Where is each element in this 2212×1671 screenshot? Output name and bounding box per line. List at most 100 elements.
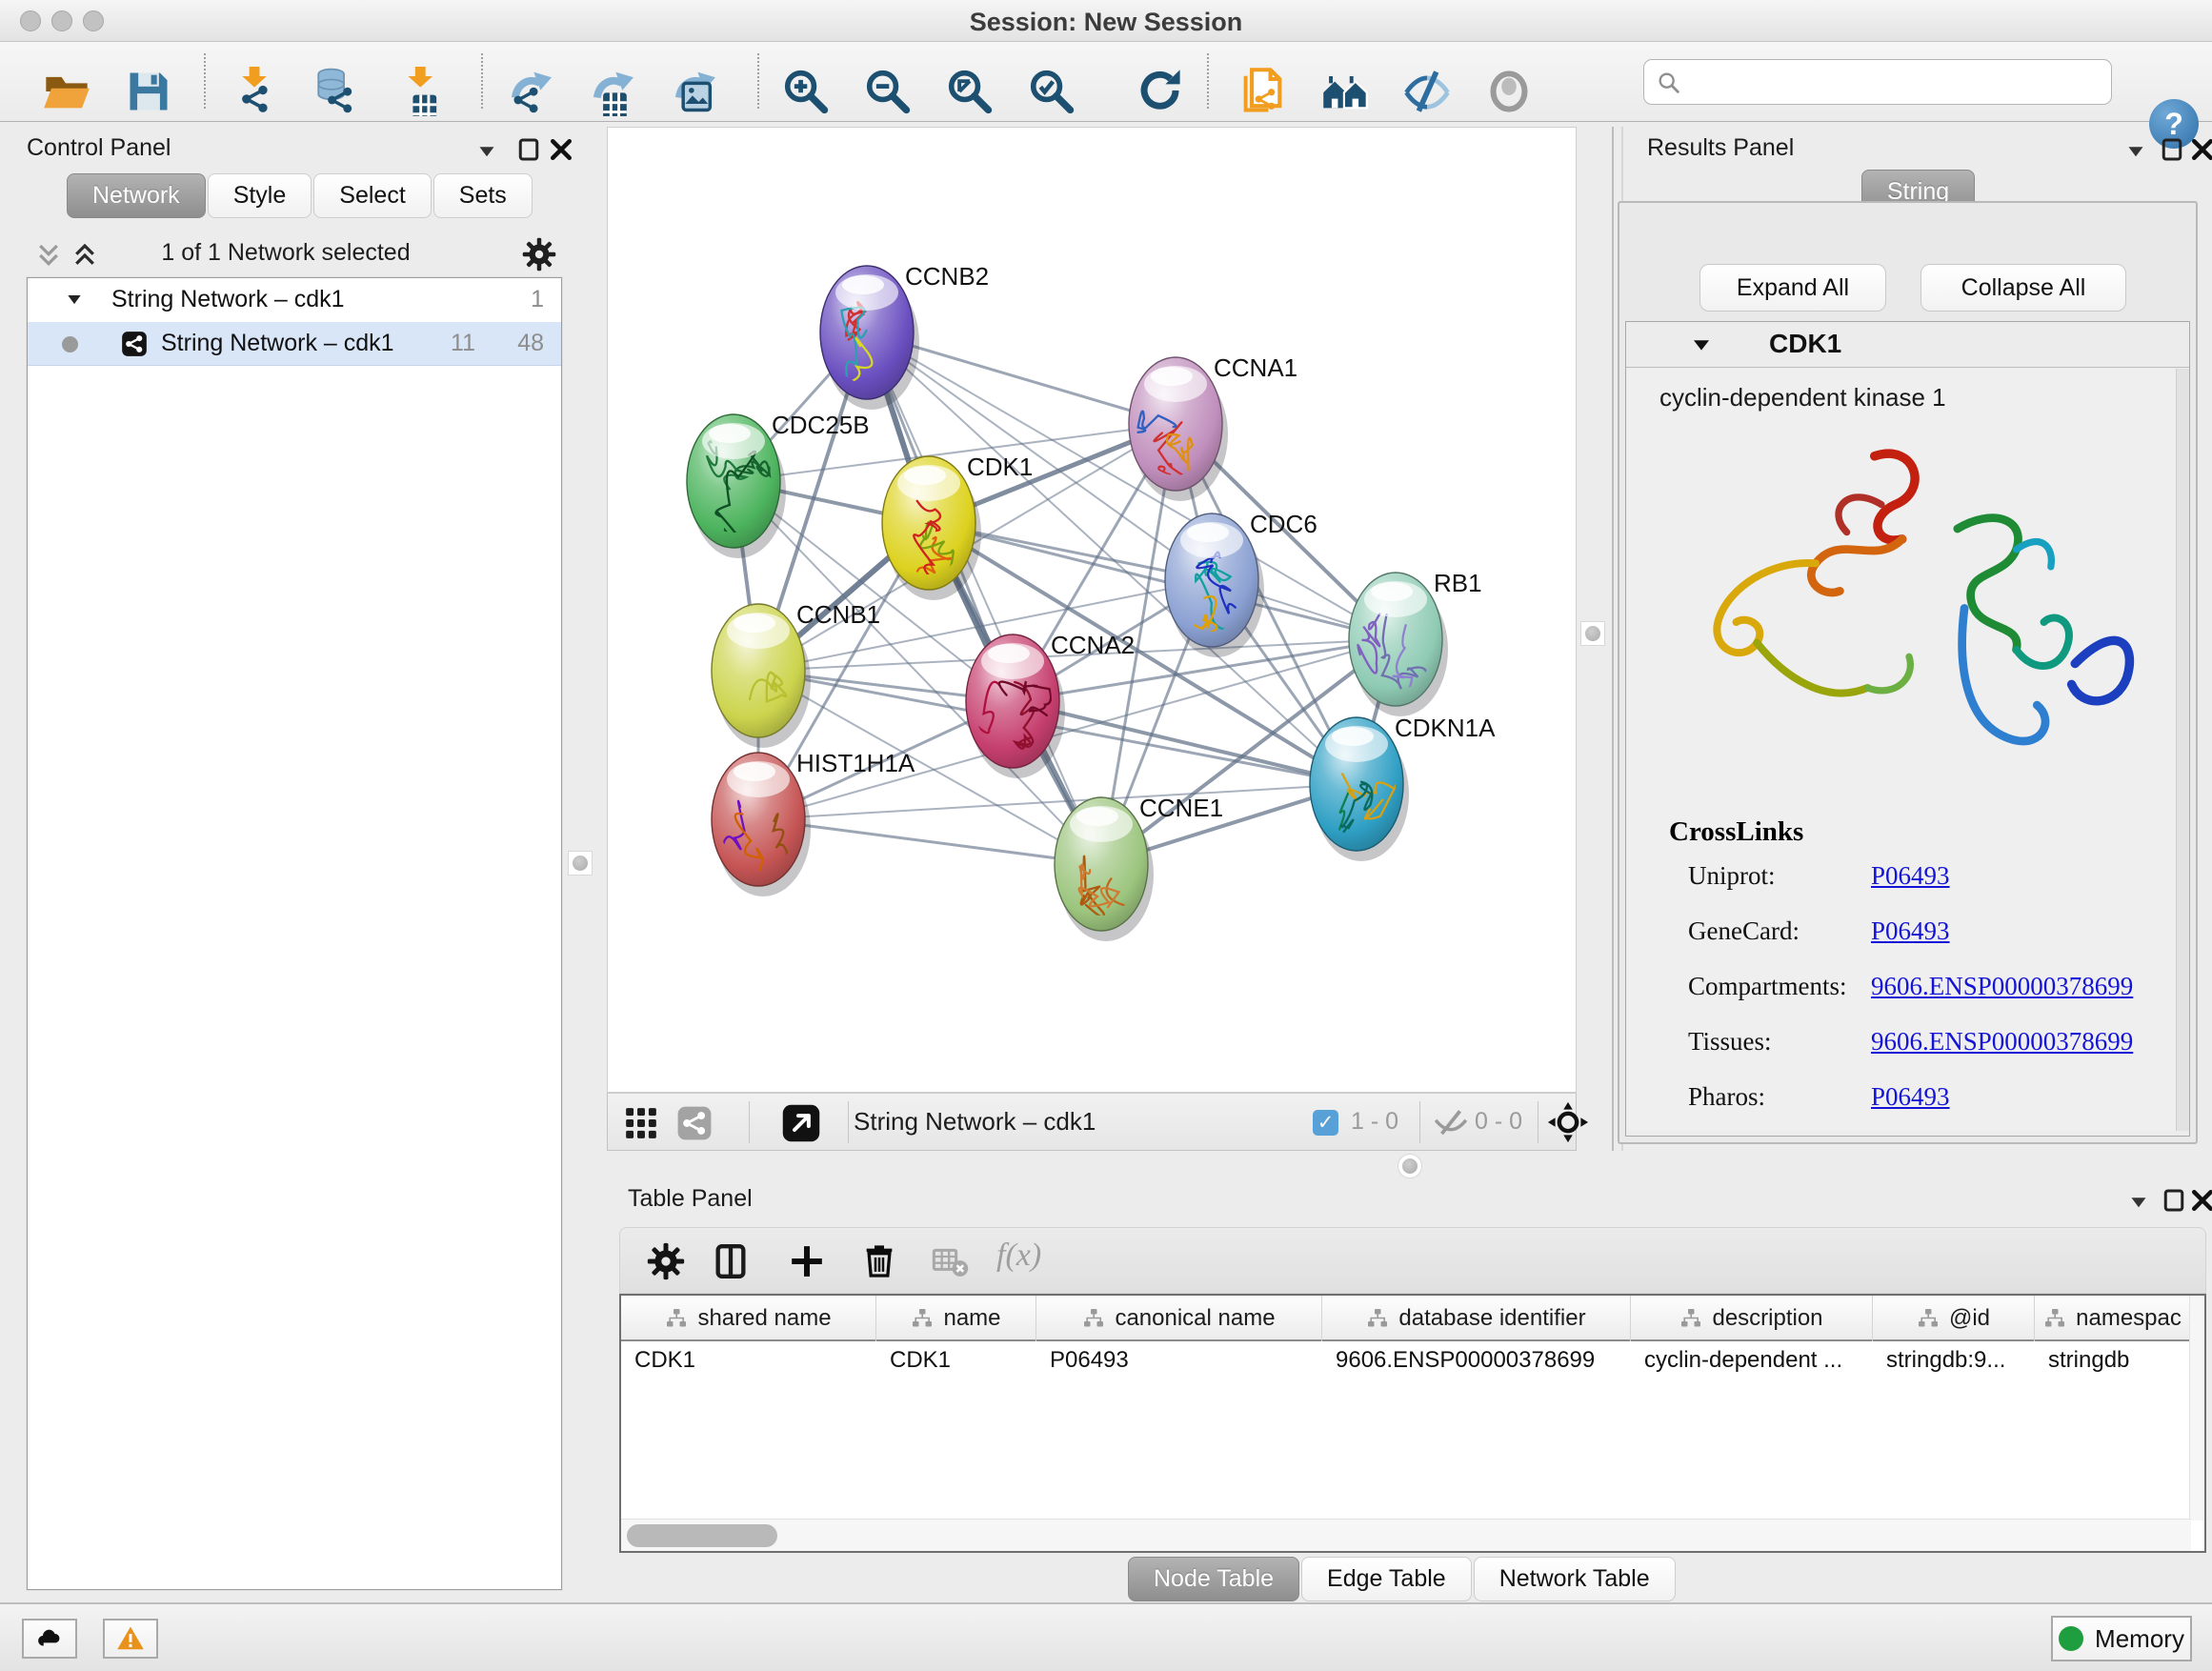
section-collapse-caret-icon[interactable] xyxy=(1691,337,1712,352)
crosslink-link[interactable]: P06493 xyxy=(1871,916,1950,946)
scrollbar-thumb[interactable] xyxy=(627,1524,777,1547)
network-node-ccnb2[interactable]: CCNB2 xyxy=(820,262,989,421)
network-node-rb1[interactable]: RB1 xyxy=(1349,569,1482,720)
collapse-all-button[interactable]: Collapse All xyxy=(1920,264,2126,312)
column-header-namespac[interactable]: namespac xyxy=(2035,1296,2191,1341)
network-canvas[interactable]: CCNB2CCNA1CDC25BCDK1CDC6RB1CCNB1CCNA2CDK… xyxy=(607,127,1577,1093)
table-row[interactable]: CDK1CDK1P064939606.ENSP00000378699cyclin… xyxy=(621,1341,2204,1381)
crosslink-row: Tissues:9606.ENSP00000378699 xyxy=(1669,1027,1803,1082)
add-column-icon[interactable] xyxy=(788,1242,826,1280)
import-network-icon[interactable] xyxy=(229,67,278,116)
table-cell[interactable]: P06493 xyxy=(1036,1341,1322,1381)
open-session-icon[interactable] xyxy=(42,67,91,116)
panel-close-icon[interactable] xyxy=(2188,1186,2212,1215)
birdseye-view-icon[interactable] xyxy=(781,1103,821,1143)
network-node-cdk1[interactable]: CDK1 xyxy=(882,453,1033,608)
right-splitter-handle[interactable] xyxy=(1580,621,1605,646)
panel-close-icon[interactable] xyxy=(2188,135,2212,164)
memory-button[interactable]: Memory xyxy=(2051,1616,2192,1661)
tab-network-table[interactable]: Network Table xyxy=(1474,1557,1676,1601)
share-document-icon[interactable] xyxy=(1238,67,1288,116)
horizontal-splitter-handle[interactable] xyxy=(1398,1154,1422,1178)
table-cell[interactable]: 9606.ENSP00000378699 xyxy=(1322,1341,1631,1381)
table-cell[interactable]: stringdb xyxy=(2035,1341,2191,1381)
tab-network[interactable]: Network xyxy=(67,173,206,218)
left-splitter-handle[interactable] xyxy=(568,851,593,876)
panel-menu-caret-icon[interactable] xyxy=(473,136,501,165)
panel-menu-caret-icon[interactable] xyxy=(2124,1187,2153,1216)
import-table-icon[interactable] xyxy=(392,67,442,116)
show-details-icon[interactable] xyxy=(1484,67,1534,116)
tree-expand-caret-icon[interactable] xyxy=(64,291,85,310)
table-cell[interactable]: stringdb:9... xyxy=(1873,1341,2035,1381)
split-columns-icon[interactable] xyxy=(712,1242,750,1280)
protein-section-header[interactable]: CDK1 xyxy=(1626,322,2189,368)
search-box[interactable] xyxy=(1643,59,2112,105)
results-scrollbar[interactable] xyxy=(2176,369,2189,1131)
tab-edge-table[interactable]: Edge Table xyxy=(1301,1557,1472,1601)
title-bar: Session: New Session xyxy=(0,0,2212,42)
search-input[interactable] xyxy=(1690,64,2100,100)
clear-table-icon[interactable] xyxy=(931,1242,969,1280)
hide-details-icon[interactable] xyxy=(1402,67,1452,116)
tab-sets[interactable]: Sets xyxy=(433,173,533,218)
hidden-eye-icon[interactable] xyxy=(1433,1105,1469,1141)
gear-icon[interactable] xyxy=(522,237,556,272)
cloud-button[interactable] xyxy=(22,1619,77,1659)
column-header-canonical-name[interactable]: canonical name xyxy=(1036,1296,1322,1341)
panel-close-icon[interactable] xyxy=(547,135,575,164)
network-collection-row[interactable]: String Network – cdk1 1 xyxy=(28,278,561,322)
network-node-cdc6[interactable]: CDC6 xyxy=(1165,510,1317,657)
crosslink-link[interactable]: P06493 xyxy=(1871,1082,1950,1112)
panel-float-icon[interactable] xyxy=(2158,135,2186,164)
table-horizontal-scrollbar[interactable] xyxy=(621,1519,2191,1551)
export-image-icon[interactable] xyxy=(669,67,718,116)
tab-select[interactable]: Select xyxy=(313,173,431,218)
network-node-cdc25b[interactable]: CDC25B xyxy=(687,411,870,558)
table-cell[interactable]: CDK1 xyxy=(876,1341,1036,1381)
panel-menu-caret-icon[interactable] xyxy=(2122,136,2150,165)
column-header-database-identifier[interactable]: database identifier xyxy=(1322,1296,1631,1341)
network-row[interactable]: String Network – cdk1 11 48 xyxy=(28,322,561,366)
zoom-out-icon[interactable] xyxy=(863,67,913,116)
crosslink-link[interactable]: 9606.ENSP00000378699 xyxy=(1871,972,2133,1001)
network-node-ccna2[interactable]: CCNA2 xyxy=(960,631,1136,778)
network-node-cdkn1a[interactable]: CDKN1A xyxy=(1310,714,1496,876)
crosslink-link[interactable]: 9606.ENSP00000378699 xyxy=(1871,1027,2133,1057)
column-header-description[interactable]: description xyxy=(1631,1296,1873,1341)
crosshair-icon[interactable] xyxy=(1547,1101,1589,1143)
selected-checkbox-icon[interactable]: ✓ xyxy=(1313,1110,1338,1136)
network-node-hist1h1a[interactable]: HIST1H1A xyxy=(708,749,915,912)
save-session-icon[interactable] xyxy=(124,67,173,116)
column-header-name[interactable]: name xyxy=(876,1296,1036,1341)
table-vertical-scrollbar[interactable] xyxy=(2189,1296,2204,1520)
table-cell[interactable]: cyclin-dependent ... xyxy=(1631,1341,1873,1381)
table-cell[interactable]: CDK1 xyxy=(621,1341,876,1381)
export-network-icon[interactable] xyxy=(505,67,554,116)
panel-float-icon[interactable] xyxy=(2160,1186,2188,1215)
gear-icon[interactable] xyxy=(647,1242,685,1280)
crosslink-row: Pharos:P06493 xyxy=(1669,1082,1803,1131)
export-table-icon[interactable] xyxy=(587,67,636,116)
share-view-icon[interactable] xyxy=(676,1105,713,1141)
zoom-selected-icon[interactable] xyxy=(1027,67,1076,116)
network-edge-ccnb2-ccne1[interactable] xyxy=(867,332,1101,864)
refresh-icon[interactable] xyxy=(1136,67,1185,116)
column-header--id[interactable]: @id xyxy=(1873,1296,2035,1341)
zoom-in-icon[interactable] xyxy=(781,67,831,116)
network-node-ccne1[interactable]: CCNE1 xyxy=(1055,794,1223,948)
horizontal-splitter[interactable] xyxy=(607,1151,2212,1181)
expand-all-button[interactable]: Expand All xyxy=(1699,264,1886,312)
tab-node-table[interactable]: Node Table xyxy=(1128,1557,1299,1601)
zoom-fit-icon[interactable] xyxy=(945,67,995,116)
column-header-shared-name[interactable]: shared name xyxy=(621,1296,876,1341)
tab-style[interactable]: Style xyxy=(208,173,312,218)
delete-column-icon[interactable] xyxy=(860,1242,898,1280)
import-database-icon[interactable] xyxy=(311,67,360,116)
crosslink-link[interactable]: P06493 xyxy=(1871,861,1950,891)
panel-float-icon[interactable] xyxy=(514,135,543,164)
function-builder-icon[interactable]: f(x) xyxy=(996,1238,1041,1274)
home-icon[interactable] xyxy=(1320,67,1370,116)
warning-button[interactable] xyxy=(103,1619,158,1659)
grid-view-icon[interactable] xyxy=(623,1105,659,1141)
